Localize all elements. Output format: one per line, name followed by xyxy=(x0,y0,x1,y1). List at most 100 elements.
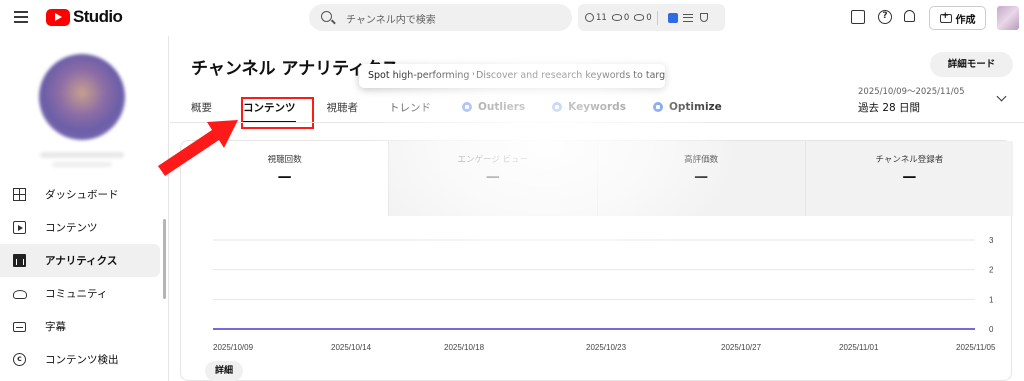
x-tick-label: 2025/10/27 xyxy=(721,343,762,352)
tab-label: Outliers xyxy=(478,101,526,113)
metric-value: — xyxy=(485,169,500,185)
tab-optimize[interactable]: Optimize xyxy=(652,101,722,113)
date-range-selector[interactable]: 2025/10/09〜2025/11/05 過去 28 日間 xyxy=(858,85,988,115)
channel-handle-blurred xyxy=(52,162,112,167)
metric-value: — xyxy=(902,169,917,185)
tab-label: トレンド xyxy=(389,101,431,114)
content-icon xyxy=(13,221,26,234)
sidebar-item-content[interactable]: コンテンツ xyxy=(0,211,160,244)
x-tick-label: 2025/10/18 xyxy=(444,343,485,352)
metric-value: — xyxy=(694,169,709,185)
search-icon xyxy=(321,11,332,22)
create-button[interactable]: 作成 xyxy=(929,6,986,30)
main-content: チャンネル アナリティクス Spot high-performing vide … xyxy=(170,36,1024,381)
detail-mode-button[interactable]: 詳細モード xyxy=(930,52,1013,77)
analytics-card: 視聴回数 — エンゲージ ビュー — 高評価数 — チャンネル登録者 — 3 2 1… xyxy=(180,140,1013,381)
views-count: 0 xyxy=(623,12,630,23)
avatar[interactable] xyxy=(997,6,1019,30)
tab-outliers[interactable]: Outliers xyxy=(462,101,525,113)
create-label: 作成 xyxy=(955,14,976,26)
community-icon xyxy=(13,290,27,299)
sidebar-item-label: コンテンツ xyxy=(45,222,98,234)
metric-likes[interactable]: 高評価数 — xyxy=(597,141,806,216)
metrics-row: 視聴回数 — エンゲージ ビュー — 高評価数 — チャンネル登録者 — xyxy=(181,141,1013,216)
analytics-chart: 3 2 1 0 2025/10/09 2025/10/14 2025/10/18 2025/1… xyxy=(213,236,996,352)
clock-icon xyxy=(585,13,594,22)
extension-badge-icon[interactable] xyxy=(667,12,678,23)
sidebar-item-dashboard[interactable]: ダッシュボード xyxy=(0,178,160,211)
y-tick-label: 3 xyxy=(989,236,994,245)
metric-label: チャンネル登録者 xyxy=(875,155,944,165)
sidebar-item-subtitles[interactable]: 字幕 xyxy=(0,310,160,343)
youtube-logo-icon xyxy=(46,8,70,26)
y-tick-label: 2 xyxy=(989,266,994,275)
sidebar-item-label: コンテンツ検出 xyxy=(45,354,119,366)
top-bar: Studio チャンネル内で検索 11 0 0 ? 作成 xyxy=(0,0,1024,36)
views-stat: 0 xyxy=(611,12,630,23)
copyright-icon: c xyxy=(13,353,26,366)
search-placeholder: チャンネル内で検索 xyxy=(346,15,436,26)
sidebar-item-content-detection[interactable]: c コンテンツ検出 xyxy=(0,343,160,376)
metric-label: 高評価数 xyxy=(684,155,719,165)
tab-trends[interactable]: トレンド xyxy=(389,100,431,115)
y-tick-label: 1 xyxy=(989,295,994,304)
app-name: Studio xyxy=(73,7,123,26)
sidebar-scrollbar[interactable] xyxy=(163,219,166,299)
trophy-icon[interactable] xyxy=(699,13,708,22)
date-range-dates: 2025/10/09〜2025/11/05 xyxy=(858,87,965,97)
eye-icon xyxy=(611,14,622,21)
tab-label: Optimize xyxy=(668,101,722,113)
channel-avatar[interactable] xyxy=(39,54,125,140)
sidebar-item-analytics[interactable]: アナリティクス xyxy=(0,244,160,277)
sidebar-item-label: アナリティクス xyxy=(45,255,118,267)
extension-icon xyxy=(652,102,663,112)
eye-count: 0 xyxy=(646,12,652,23)
extension-stats-bar[interactable]: 11 0 0 xyxy=(578,4,725,31)
studio-logo[interactable]: Studio xyxy=(46,7,123,27)
extension-tooltip: Spot high-performing vide Discover and r… xyxy=(359,64,665,88)
search-input[interactable]: チャンネル内で検索 xyxy=(309,4,572,31)
extension-icon xyxy=(552,102,563,112)
tab-label: 視聴者 xyxy=(326,101,359,114)
sidebar-item-label: ダッシュボード xyxy=(45,189,119,201)
tooltip-text-outliers: Spot high-performing vide xyxy=(368,70,474,81)
x-tick-label: 2025/10/09 xyxy=(213,343,254,352)
metric-subscribers[interactable]: チャンネル登録者 — xyxy=(805,141,1013,216)
channel-name-blurred xyxy=(40,152,124,158)
sidebar-item-label: 字幕 xyxy=(45,321,66,333)
camera-plus-icon xyxy=(939,11,952,23)
bell-icon[interactable] xyxy=(904,10,915,22)
sidebar-nav: ダッシュボード コンテンツ アナリティクス コミュニティ 字幕 c コンテンツ検… xyxy=(0,178,160,376)
metric-engaged-views[interactable]: エンゲージ ビュー — xyxy=(389,141,598,216)
extension-icon xyxy=(462,102,472,112)
x-tick-label: 2025/10/23 xyxy=(586,343,627,352)
help-icon[interactable]: ? xyxy=(878,10,892,24)
tab-keywords[interactable]: Keywords xyxy=(552,101,626,113)
list-icon[interactable] xyxy=(682,13,693,22)
sidebar: ダッシュボード コンテンツ アナリティクス コミュニティ 字幕 c コンテンツ検… xyxy=(0,36,169,381)
x-tick-label: 2025/10/14 xyxy=(331,343,372,352)
notes-icon[interactable] xyxy=(851,10,865,24)
watch-stat: 11 xyxy=(585,13,607,23)
x-tick-label: 2025/11/01 xyxy=(839,343,879,352)
date-range-label: 過去 28 日間 xyxy=(858,102,921,114)
y-tick-label: 0 xyxy=(989,325,994,334)
dashboard-icon xyxy=(13,188,26,201)
analytics-icon xyxy=(13,254,26,267)
divider xyxy=(656,10,658,25)
sidebar-item-community[interactable]: コミュニティ xyxy=(0,277,160,310)
eye-icon xyxy=(634,14,645,21)
more-details-button[interactable]: 詳細 xyxy=(205,361,243,381)
divider xyxy=(170,122,1024,123)
watch-count: 11 xyxy=(596,12,607,23)
x-tick-label: 2025/11/05 xyxy=(956,343,996,352)
subtitles-icon xyxy=(13,322,26,332)
eye-stat: 0 xyxy=(634,12,652,23)
tooltip-text-keywords: Discover and research keywords to target xyxy=(476,70,665,81)
menu-icon[interactable] xyxy=(14,11,28,23)
metric-label: エンゲージ ビュー xyxy=(457,155,529,165)
tab-audience[interactable]: 視聴者 xyxy=(327,100,359,115)
tab-label: Keywords xyxy=(568,101,626,113)
red-arrow-annotation xyxy=(158,120,238,176)
chevron-down-icon[interactable] xyxy=(996,91,1007,102)
